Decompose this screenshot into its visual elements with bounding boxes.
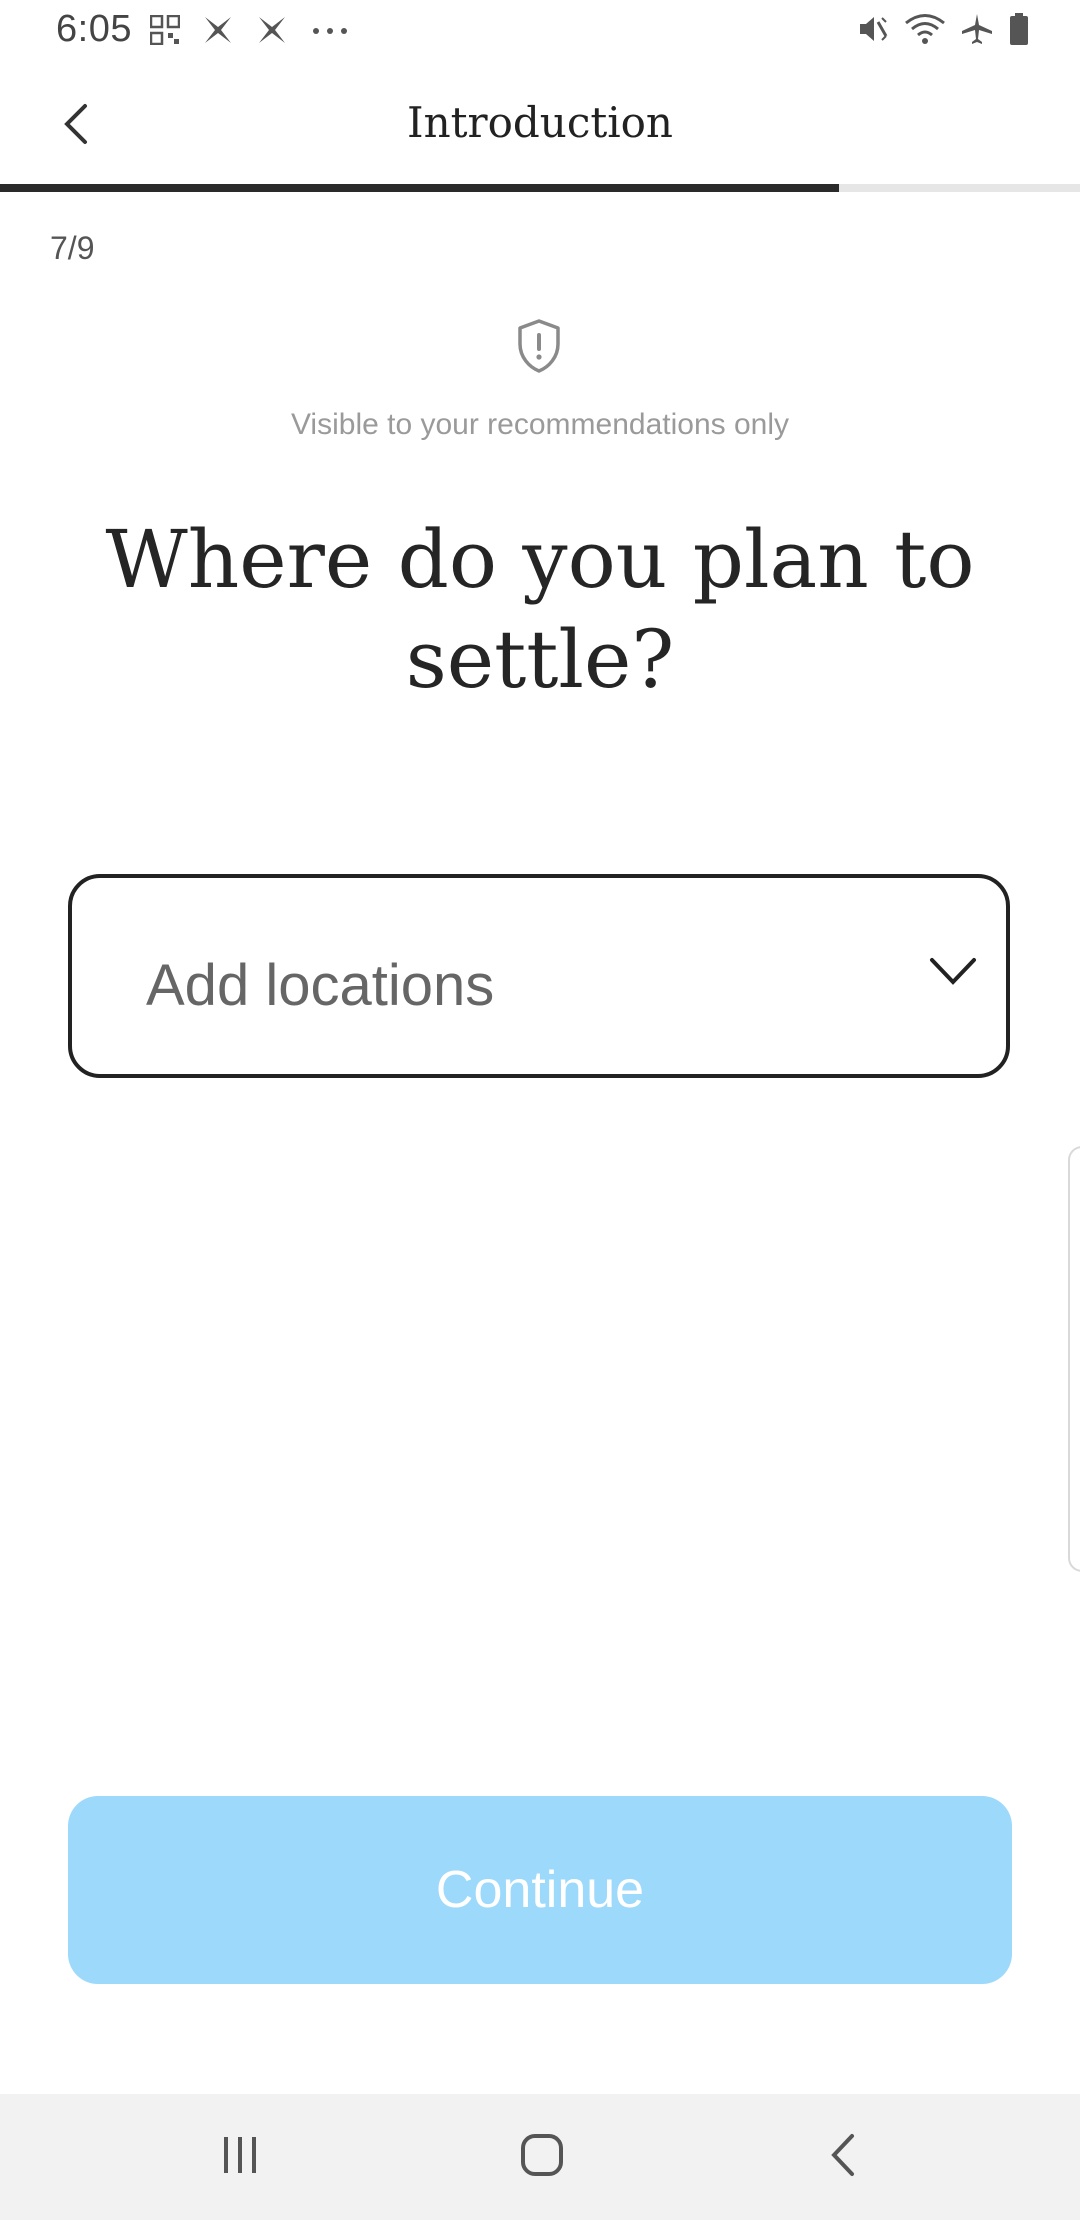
recent-apps-icon — [218, 2133, 262, 2182]
status-time: 6:05 — [56, 8, 132, 50]
wifi-icon — [904, 12, 946, 51]
home-icon — [519, 2132, 565, 2183]
continue-button[interactable]: Continue — [68, 1796, 1012, 1984]
app-x-icon — [256, 14, 288, 51]
location-select[interactable]: Add locations — [68, 874, 1010, 1078]
side-panel-handle[interactable] — [1068, 1146, 1080, 1572]
progress-fill — [0, 184, 840, 192]
progress-bar — [0, 184, 1080, 192]
app-x-icon — [202, 14, 234, 51]
vibrate-mute-icon — [856, 12, 890, 51]
shield-alert-icon — [516, 318, 562, 374]
chevron-down-icon — [928, 952, 978, 992]
recent-apps-button[interactable] — [200, 2124, 280, 2190]
status-right-icons — [856, 12, 1030, 51]
question-heading: Where do you plan to settle? — [105, 513, 975, 706]
header: Introduction — [0, 64, 1080, 184]
status-bar: 6:05 — [0, 0, 1080, 64]
airplane-icon — [960, 12, 994, 51]
step-counter: 7/9 — [50, 230, 95, 266]
more-dots-icon — [310, 15, 350, 50]
status-left-icons — [149, 14, 350, 51]
back-icon — [824, 2132, 864, 2183]
home-button[interactable] — [502, 2124, 582, 2190]
location-placeholder: Add locations — [146, 953, 495, 1018]
page-title: Introduction — [407, 98, 673, 147]
qr-code-icon — [149, 14, 181, 50]
system-back-button[interactable] — [804, 2124, 884, 2190]
system-nav-bar — [0, 2094, 1080, 2220]
visibility-note: Visible to your recommendations only — [290, 408, 790, 441]
battery-icon — [1008, 12, 1030, 51]
